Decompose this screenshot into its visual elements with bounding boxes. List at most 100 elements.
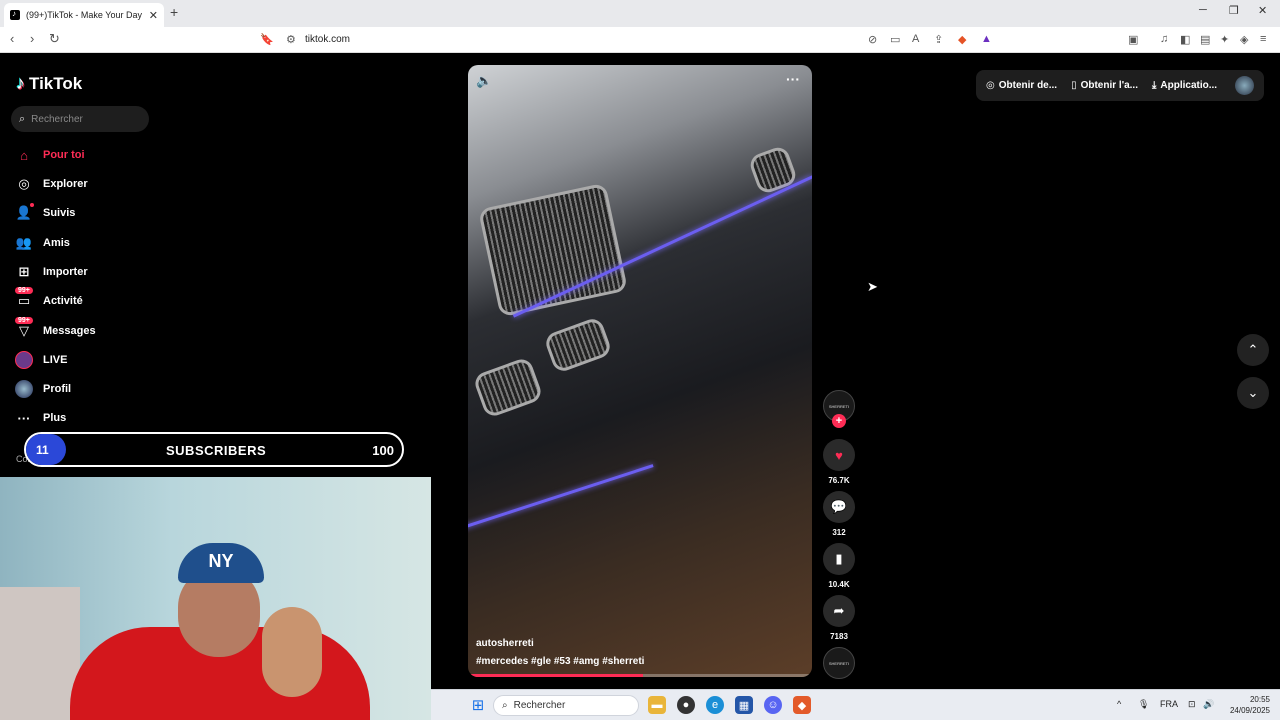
language-indicator[interactable]: FRA: [1160, 699, 1178, 709]
more-icon: ···: [17, 410, 31, 426]
video-hashtags[interactable]: #mercedes #gle #53 #amg #sherreti: [476, 656, 644, 667]
search-placeholder: Rechercher: [31, 113, 83, 125]
share-icon[interactable]: ⇪: [934, 33, 943, 46]
coin-icon: ◎: [986, 80, 995, 91]
edge-icon[interactable]: e: [706, 696, 724, 714]
system-clock[interactable]: 20:55 24/09/2025: [1230, 694, 1270, 716]
windows-taskbar: ⊞ ⌕ Rechercher ▬ ● e ▦ ☺ ◆ ^ 🎙 FRA ⊡ 🔊 2…: [431, 689, 1280, 720]
leo-ai-icon[interactable]: ✦: [1220, 33, 1229, 46]
next-video-button[interactable]: ⌄: [1237, 377, 1269, 409]
bookmark-icon[interactable]: 🔖: [260, 33, 274, 46]
desktop-app-label: Applicatio...: [1160, 80, 1218, 91]
tray-chevron-up-icon[interactable]: ^: [1117, 699, 1121, 709]
menu-icon[interactable]: ≡: [1260, 33, 1266, 45]
compass-icon: ◎: [18, 176, 30, 191]
discord-icon[interactable]: ☺: [764, 696, 782, 714]
sidebar-item-label: Importer: [43, 266, 88, 278]
get-coins-button[interactable]: ◎ Obtenir de...: [986, 80, 1057, 91]
brave-rewards-icon[interactable]: ▲: [981, 33, 992, 45]
store-icon[interactable]: ▦: [735, 696, 753, 714]
sidebar-item-live[interactable]: LIVE: [15, 350, 67, 370]
friends-icon: 👥: [15, 235, 33, 250]
sidebar-item-explorer[interactable]: ◎ Explorer: [15, 174, 87, 194]
activity-badge: 99+: [15, 287, 33, 294]
saves-count: 10.4K: [828, 580, 850, 589]
volume-icon[interactable]: 🔊: [1203, 699, 1214, 710]
sidebar-item-plus[interactable]: ··· Plus: [15, 408, 67, 428]
sidebar-toggle-icon[interactable]: ◧: [1180, 33, 1190, 46]
address-bar[interactable]: tiktok.com: [305, 34, 350, 45]
volume-muted-icon[interactable]: 🔈: [476, 73, 492, 89]
tab-close-icon[interactable]: ✕: [149, 9, 158, 22]
sidebar-item-messages[interactable]: ▽ 99+ Messages: [15, 317, 96, 341]
car-vent: [472, 356, 544, 419]
reload-icon[interactable]: ↻: [49, 31, 60, 47]
search-input[interactable]: ⌕ Rechercher: [11, 106, 149, 132]
network-icon[interactable]: ⊡: [1188, 699, 1196, 710]
site-info-icon[interactable]: ⚙: [286, 33, 296, 46]
cast-icon[interactable]: ▭: [890, 33, 900, 46]
new-tab-button[interactable]: +: [170, 4, 178, 20]
windows-start-icon[interactable]: ⊞: [469, 696, 487, 714]
share-button[interactable]: ➦ 7183: [823, 595, 855, 641]
back-icon[interactable]: ‹: [10, 31, 14, 46]
video-progress-bar[interactable]: [468, 674, 812, 677]
previous-video-button[interactable]: ⌃: [1237, 334, 1269, 366]
shares-count: 7183: [830, 632, 848, 641]
sound-avatar[interactable]: SHERRETI: [823, 647, 855, 679]
more-options-icon[interactable]: ···: [786, 71, 800, 87]
translate-icon[interactable]: A: [912, 33, 919, 45]
download-icon: ⤓: [1151, 80, 1157, 91]
browser-tab[interactable]: (99+)TikTok - Make Your Day ✕: [4, 3, 164, 27]
comment-button[interactable]: 💬 312: [823, 491, 855, 537]
get-app-button[interactable]: ▯ Obtenir l'a...: [1071, 80, 1138, 91]
sidebar-item-label: Messages: [43, 325, 96, 337]
no-tracking-icon[interactable]: ⊘: [868, 33, 877, 46]
like-button[interactable]: ♥ 76.7K: [823, 439, 855, 485]
messages-badge: 99+: [15, 317, 33, 324]
media-icon[interactable]: ♫: [1160, 33, 1168, 45]
maximize-button[interactable]: ❐: [1229, 4, 1239, 17]
channel-avatar[interactable]: SHERRETI +: [823, 390, 855, 428]
get-app-label: Obtenir l'a...: [1080, 80, 1138, 91]
tab-search-icon[interactable]: ▣: [1128, 33, 1138, 46]
sidebar-item-label: LIVE: [43, 354, 68, 366]
tiktok-logo[interactable]: ♪ TikTok: [16, 73, 82, 94]
tiktok-favicon-icon: [10, 9, 20, 20]
file-explorer-icon[interactable]: ▬: [648, 696, 666, 714]
sidebar-item-pour-toi[interactable]: ⌂ Pour toi: [15, 145, 85, 165]
window-close-button[interactable]: ✕: [1258, 4, 1267, 17]
minimize-button[interactable]: ─: [1199, 4, 1207, 16]
messages-icon: ▽ 99+: [15, 317, 33, 340]
top-right-bar: ◎ Obtenir de... ▯ Obtenir l'a... ⤓ Applicat…: [976, 70, 1264, 101]
sidebar-item-profil[interactable]: Profil: [15, 379, 71, 399]
phone-icon: ▯: [1071, 80, 1077, 91]
forward-icon[interactable]: ›: [30, 31, 34, 46]
sidebar-item-label: Pour toi: [43, 149, 85, 161]
search-icon: ⌕: [19, 112, 26, 125]
save-button[interactable]: ▮ 10.4K: [823, 543, 855, 589]
obs-icon[interactable]: ●: [677, 696, 695, 714]
sidebar-item-activite[interactable]: ▭ 99+ Activité: [15, 287, 83, 311]
subscribers-count: 11: [26, 434, 66, 465]
brave-icon[interactable]: ◆: [793, 696, 811, 714]
taskbar-search[interactable]: ⌕ Rechercher: [493, 695, 639, 716]
desktop-app-button[interactable]: ⤓ Applicatio...: [1152, 80, 1217, 91]
sidebar-item-amis[interactable]: 👥 Amis: [15, 233, 70, 253]
vpn-icon[interactable]: ◈: [1240, 33, 1248, 46]
user-avatar[interactable]: [1235, 76, 1254, 95]
subscribers-label: SUBSCRIBERS: [166, 443, 267, 458]
follow-plus-icon[interactable]: +: [832, 414, 846, 428]
bookmark-icon: ▮: [823, 543, 855, 575]
microphone-icon[interactable]: 🎙: [1138, 699, 1149, 710]
background-door: [0, 587, 80, 720]
wallet-icon[interactable]: ▤: [1200, 33, 1210, 46]
sidebar-item-importer[interactable]: ⊞ Importer: [15, 262, 88, 282]
sidebar-item-suivis[interactable]: 👤 Suivis: [15, 203, 75, 223]
profile-icon: [15, 380, 33, 398]
video-player[interactable]: 🔈 ··· autosherreti #mercedes #gle #53 #a…: [468, 65, 812, 677]
brave-shield-icon[interactable]: ◆: [958, 33, 966, 46]
video-author[interactable]: autosherreti: [476, 638, 534, 649]
live-icon: [15, 351, 33, 369]
tiktok-note-icon: ♪: [16, 73, 25, 93]
